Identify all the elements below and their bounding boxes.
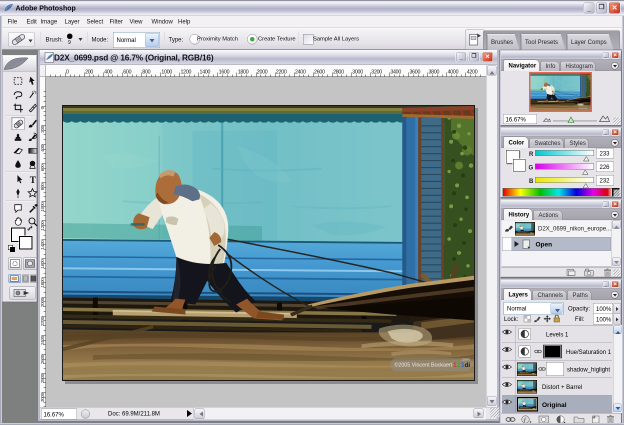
svg-text:di: di <box>464 362 470 369</box>
svg-text:©2005 Vincent Bockaert: ©2005 Vincent Bockaert <box>394 362 452 369</box>
svg-text:.com: .com <box>461 357 470 362</box>
svg-text:T: T <box>30 176 37 186</box>
